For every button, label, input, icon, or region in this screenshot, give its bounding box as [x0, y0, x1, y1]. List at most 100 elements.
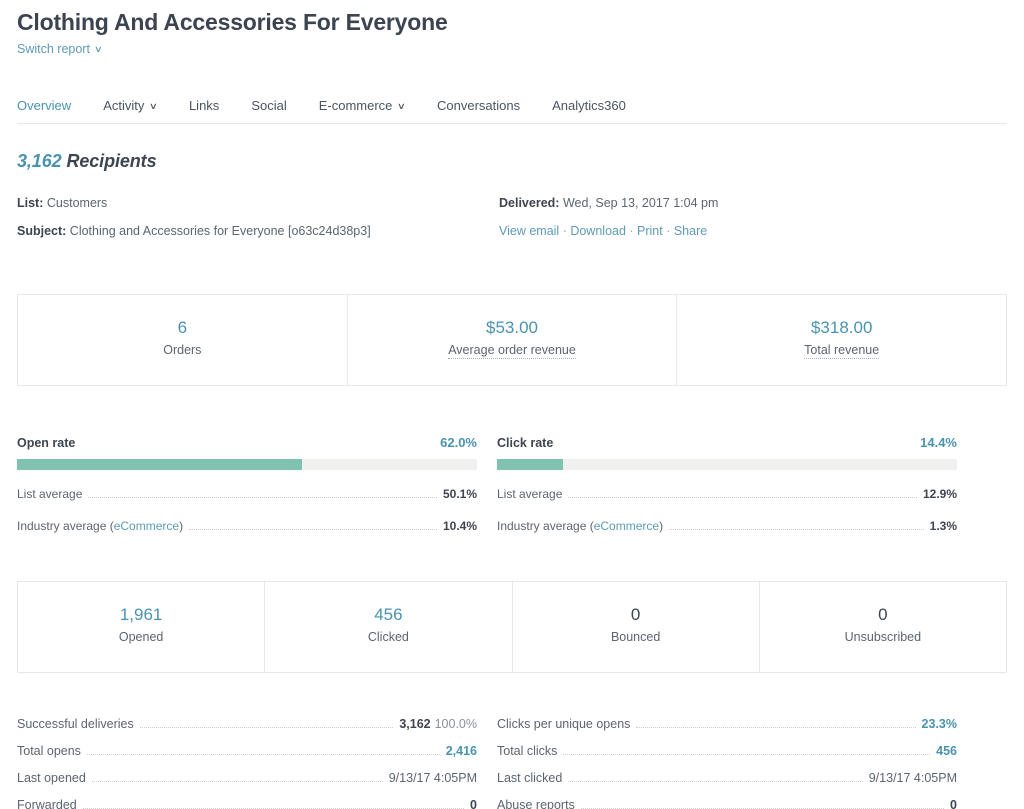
- average-label-text-end: ): [659, 519, 664, 533]
- industry-link[interactable]: eCommerce: [114, 519, 179, 533]
- view-email-link[interactable]: View email: [499, 224, 559, 238]
- stat-card-label: Clicked: [367, 630, 409, 644]
- average-row: Industry average (eCommerce) 1.3%: [497, 519, 957, 534]
- industry-link[interactable]: eCommerce: [594, 519, 659, 533]
- average-value: 12.9%: [922, 487, 957, 501]
- stat-value-wrap: 9/13/17 4:05PM: [869, 771, 957, 785]
- stat-card-label[interactable]: Average order revenue: [448, 343, 576, 359]
- download-link[interactable]: Download: [570, 224, 626, 238]
- stat-value: 9/13/17 4:05PM: [388, 771, 477, 785]
- stat-row: Total opens 2,416: [17, 734, 477, 761]
- stat-value[interactable]: 456: [936, 744, 957, 758]
- rate-title: Click rate: [497, 436, 554, 450]
- tab-activity[interactable]: Activity ∨: [103, 98, 174, 113]
- tab-analytics360[interactable]: Analytics360: [552, 98, 643, 113]
- delivered-value: Wed, Sep 13, 2017 1:04 pm: [562, 196, 719, 210]
- campaign-meta: List: Customers Subject: Clothing and Ac…: [17, 189, 1007, 245]
- rate-header: Open rate 62.0%: [17, 435, 477, 450]
- tab-e-commerce[interactable]: E-commerce ∨: [319, 98, 422, 113]
- stat-card-label: Opened: [118, 630, 164, 644]
- dotted-leader: [189, 529, 437, 530]
- tab-links[interactable]: Links: [189, 98, 236, 113]
- stat-name: Forwarded: [17, 798, 77, 809]
- recipients-heading: 3,162 Recipients: [17, 151, 1007, 172]
- average-row: List average 50.1%: [17, 487, 477, 502]
- stat-card-unsubscribed: 0 Unsubscribed: [758, 582, 1006, 672]
- list-label: List:: [17, 196, 44, 210]
- rate-bar-fill: [17, 459, 303, 470]
- rate-section: Open rate 62.0% List average 50.1% Industry …: [17, 435, 1007, 534]
- stat-row: Last clicked 9/13/17 4:05PM: [497, 761, 957, 788]
- tab-label: Social: [251, 98, 287, 113]
- dotted-leader: [139, 727, 394, 728]
- rate-title: Open rate: [17, 436, 76, 450]
- stat-card-label: Unsubscribed: [844, 630, 922, 644]
- stat-card-orders: 6 Orders: [18, 295, 347, 385]
- stat-name: Total clicks: [497, 744, 558, 758]
- page-title: Clothing And Accessories For Everyone: [17, 9, 448, 35]
- link-separator: ·: [559, 224, 571, 238]
- dotted-leader: [563, 754, 931, 755]
- stat-card-value: 6: [177, 318, 188, 337]
- stat-value[interactable]: 23.3%: [922, 717, 957, 731]
- rate-bar-fill: [497, 459, 564, 470]
- average-label-text: Industry average (: [17, 519, 114, 533]
- stat-value-wrap: 456: [936, 744, 957, 758]
- stat-card-value: 456: [374, 605, 403, 624]
- stat-row: Forwarded 0: [17, 788, 477, 809]
- stat-subvalue: 100.0%: [434, 717, 477, 731]
- rate-bar-track: [497, 459, 957, 470]
- stat-card-value: $53.00: [486, 318, 538, 337]
- stat-name: Abuse reports: [497, 798, 575, 809]
- switch-report-dropdown[interactable]: Switch report ∨: [17, 42, 103, 56]
- click-rate-block: Click rate 14.4% List average 12.9% Industry…: [497, 435, 957, 534]
- stat-row: Clicks per unique opens 23.3%: [497, 717, 957, 734]
- rate-percent: 62.0%: [440, 435, 477, 450]
- stat-row: Last opened 9/13/17 4:05PM: [17, 761, 477, 788]
- link-separator: ·: [662, 224, 674, 238]
- stat-card-value: $318.00: [810, 318, 873, 337]
- dotted-leader: [636, 727, 916, 728]
- tab-social[interactable]: Social: [251, 98, 303, 113]
- stat-value-wrap: 0: [950, 798, 957, 809]
- stat-value-wrap: 23.3%: [922, 717, 957, 731]
- stat-card-label[interactable]: Total revenue: [804, 343, 880, 359]
- print-link[interactable]: Print: [637, 224, 663, 238]
- list-value: Customers: [46, 196, 108, 210]
- tab-overview[interactable]: Overview: [17, 98, 88, 113]
- dotted-leader: [669, 529, 924, 530]
- stat-name: Clicks per unique opens: [497, 717, 631, 731]
- delivered-label: Delivered:: [499, 196, 560, 210]
- average-label: List average: [497, 487, 563, 501]
- average-row: List average 12.9%: [497, 487, 957, 502]
- stat-value[interactable]: 2,416: [446, 744, 477, 758]
- campaign-action-links: View email · Download · Print · Share: [499, 217, 981, 245]
- stat-card-label: Bounced: [610, 630, 661, 644]
- stat-card-bounced: 0 Bounced: [511, 582, 759, 672]
- stat-row: Total clicks 456: [497, 734, 957, 761]
- stat-value-wrap: 3,162 100.0%: [399, 717, 477, 731]
- dotted-leader: [568, 781, 863, 782]
- stat-lists: Successful deliveries 3,162 100.0% Total op…: [17, 717, 1007, 809]
- recipients-count: 3,162: [17, 151, 62, 171]
- switch-report-label: Switch report: [17, 42, 90, 56]
- revenue-card-row: 6 Orders $53.00 Average order revenue $318.0…: [17, 294, 1007, 386]
- share-link[interactable]: Share: [674, 224, 707, 238]
- stat-name: Total opens: [17, 744, 81, 758]
- stat-column-left: Successful deliveries 3,162 100.0% Total op…: [17, 717, 477, 809]
- tab-label: Activity: [103, 98, 145, 113]
- stat-name: Successful deliveries: [17, 717, 134, 731]
- rate-percent: 14.4%: [920, 435, 957, 450]
- stat-card-clicked: 456 Clicked: [264, 582, 511, 672]
- dotted-leader: [91, 781, 383, 782]
- average-value: 10.4%: [442, 519, 477, 533]
- stat-row: Successful deliveries 3,162 100.0%: [17, 717, 477, 734]
- stat-card-value: 0: [878, 605, 888, 624]
- stat-card-average-order-revenue: $53.00 Average order revenue: [346, 295, 677, 385]
- dotted-leader: [88, 497, 437, 498]
- tab-label: Analytics360: [552, 98, 626, 113]
- list-row: List: Customers: [17, 189, 499, 217]
- average-value: 1.3%: [929, 519, 957, 533]
- tab-conversations[interactable]: Conversations: [437, 98, 537, 113]
- stat-card-label: Orders: [163, 343, 202, 357]
